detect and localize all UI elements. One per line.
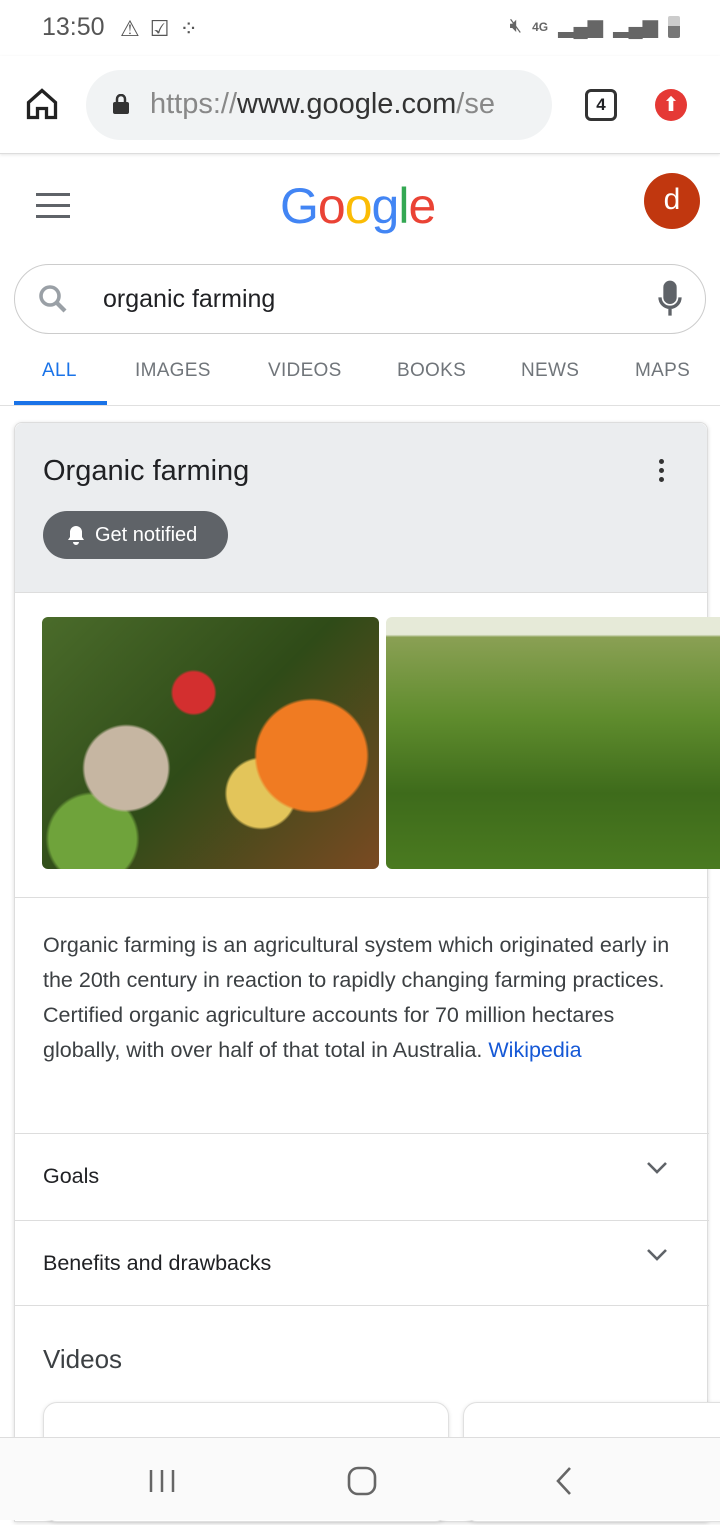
menu-icon[interactable]	[36, 193, 70, 226]
back-icon[interactable]	[554, 1466, 574, 1496]
get-notified-button[interactable]: Get notified	[43, 511, 228, 559]
videos-heading: Videos	[43, 1344, 123, 1374]
tab-books[interactable]: BOOKS	[397, 360, 466, 382]
download-icon: ⁘	[179, 16, 198, 41]
tab-videos[interactable]: VIDEOS	[268, 360, 342, 382]
tab-switcher-button[interactable]: 4	[585, 89, 617, 121]
4g-icon: 4G	[532, 19, 549, 34]
clock: 13:50	[42, 13, 105, 41]
panel-title: Organic farming	[43, 455, 250, 487]
search-query: organic farming	[103, 285, 276, 313]
home-button-icon[interactable]	[347, 1466, 377, 1496]
signal-icon: ▂▄▆	[613, 16, 658, 38]
url-bar[interactable]: https://www.google.com/se	[86, 70, 552, 140]
lock-icon	[113, 94, 129, 114]
recent-apps-icon[interactable]	[148, 1468, 176, 1494]
bell-icon	[68, 526, 84, 545]
warning-icon: ⚠	[120, 16, 140, 41]
signal-icon: ▂▄▆	[558, 16, 604, 38]
farm-field-image[interactable]	[386, 617, 720, 869]
checkbox-icon: ☑	[149, 16, 170, 41]
wikipedia-link[interactable]: Wikipedia	[488, 1038, 581, 1062]
status-bar: 13:50 ⚠ ☑ ⁘ 🔇︎ 4G ▂▄▆ ▂▄▆	[0, 0, 720, 56]
active-tab-indicator	[14, 401, 107, 405]
section-goals[interactable]: Goals	[15, 1133, 709, 1220]
search-input[interactable]: organic farming	[14, 264, 706, 334]
tab-news[interactable]: NEWS	[521, 360, 579, 382]
chevron-down-icon	[647, 1249, 667, 1261]
panel-description: Organic farming is an agricultural syste…	[15, 897, 709, 1133]
chevron-down-icon	[647, 1162, 667, 1174]
tab-images[interactable]: IMAGES	[135, 360, 211, 382]
section-benefits-drawbacks[interactable]: Benefits and drawbacks	[15, 1220, 709, 1307]
search-tabs: ALL IMAGES VIDEOS BOOKS NEWS MAPS	[0, 340, 720, 406]
vegetables-image[interactable]	[42, 617, 379, 869]
google-logo[interactable]: Google	[280, 177, 436, 235]
more-options-icon[interactable]	[659, 459, 665, 486]
browser-toolbar: https://www.google.com/se 4 ⬆	[0, 56, 720, 154]
update-icon[interactable]: ⬆	[655, 89, 687, 121]
mute-icon: 🔇︎	[509, 15, 523, 37]
system-nav-bar	[0, 1437, 720, 1520]
microphone-icon[interactable]	[655, 279, 685, 319]
search-icon[interactable]	[35, 281, 71, 317]
home-icon[interactable]	[24, 86, 60, 122]
tab-all[interactable]: ALL	[42, 360, 77, 382]
knowledge-panel: Organic farming Get notified Organic far…	[14, 422, 720, 1522]
avatar[interactable]: d	[644, 173, 700, 229]
tab-maps[interactable]: MAPS	[635, 360, 690, 382]
battery-icon	[668, 15, 680, 38]
